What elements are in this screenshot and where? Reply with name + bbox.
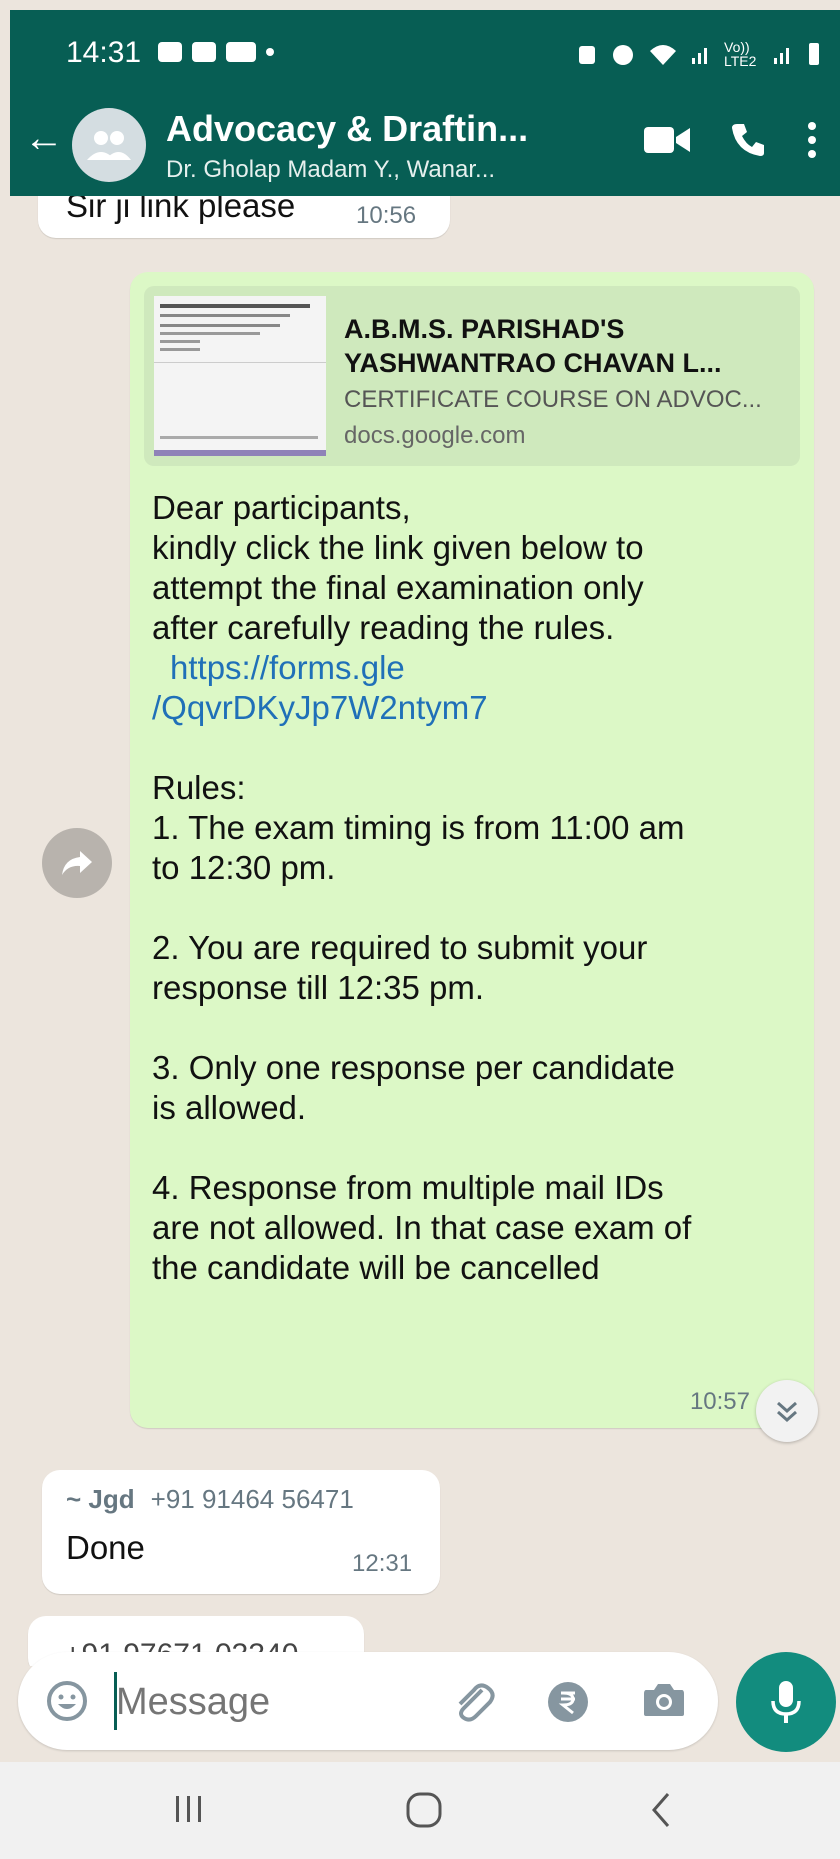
network-label: Vo)) LTE2 [724,39,757,69]
form-link-line2[interactable]: /QqvrDKyJp7W2ntym7 [152,688,792,728]
rule-4-line3: the candidate will be cancelled [152,1249,600,1286]
rule-3-line1: 3. Only one response per candidate [152,1049,675,1086]
notification-icons [158,42,274,62]
group-avatar-icon[interactable] [72,108,146,182]
sender-line: ~ Jgd +91 91464 56471 [66,1484,354,1515]
more-options-icon[interactable] [806,120,818,160]
rule-3-line2: is allowed. [152,1089,307,1126]
message-line: after carefully reading the rules. [152,609,615,646]
message-line: attempt the final examination only [152,569,644,606]
camera-icon[interactable] [642,1680,686,1720]
header-actions [644,120,818,160]
attachment-icon[interactable] [448,1676,498,1726]
rule-1-line2: to 12:30 pm. [152,849,336,886]
message-line: Dear participants, [152,489,411,526]
phone-icon[interactable] [730,122,766,158]
message-text: Done [66,1529,145,1566]
scroll-down-icon[interactable] [756,1380,818,1442]
form-link-line1[interactable]: https://forms.gle [152,648,792,688]
message-notification-icon [192,42,216,62]
video-call-icon[interactable] [644,125,690,155]
rupee-payment-icon[interactable] [546,1680,590,1724]
system-navigation-bar [0,1762,840,1859]
rule-2-line2: response till 12:35 pm. [152,969,485,1006]
link-preview-domain: docs.google.com [344,422,526,449]
chat-title[interactable]: Advocacy & Draftin... [166,108,528,150]
sender-name[interactable]: ~ Jgd [66,1484,135,1515]
system-icons: Vo)) LTE2 [576,40,822,68]
back-arrow-icon[interactable]: ← [24,116,64,161]
link-preview-card[interactable]: A.B.M.S. PARISHAD'S YASHWANTRAO CHAVAN L… [144,286,800,466]
rules-heading: Rules: [152,769,246,806]
back-nav-icon[interactable] [648,1790,672,1830]
gallery-notification-icon [158,42,182,62]
message-line: kindly click the link given below to [152,529,644,566]
outgoing-message[interactable]: A.B.M.S. PARISHAD'S YASHWANTRAO CHAVAN L… [130,272,814,1428]
message-input[interactable] [114,1672,448,1732]
message-time: 12:31 [352,1550,413,1577]
more-notifications-dot-icon [266,48,274,56]
incoming-message-partial[interactable]: Sir ji link please 10:56 [38,196,450,238]
rule-2-line1: 2. You are required to submit your [152,929,648,966]
home-icon[interactable] [404,1790,444,1830]
rule-4-line1: 4. Response from multiple mail IDs [152,1169,664,1206]
chat-header: ← Advocacy & Draftin... Dr. Gholap Madam… [10,96,840,196]
link-preview-description: CERTIFICATE COURSE ON ADVOC... [344,386,762,413]
app-notification-icon [226,42,256,62]
chat-participants[interactable]: Dr. Gholap Madam Y., Wanar... [166,156,495,184]
rule-4-line2: are not allowed. In that case exam of [152,1209,692,1246]
microphone-icon[interactable] [736,1652,836,1752]
signal-icon-2 [774,48,789,64]
alarm-icon [613,45,633,65]
emoji-icon[interactable] [46,1680,88,1722]
link-preview-thumbnail [154,296,326,456]
message-body: Dear participants, kindly click the link… [152,488,792,1288]
status-time: 14:31 [66,36,142,69]
message-text: Sir ji link please [66,196,296,224]
forward-icon[interactable] [42,828,112,898]
recent-apps-icon[interactable] [172,1792,206,1826]
signal-icon [692,48,707,64]
battery-saver-icon [579,46,595,64]
rule-1-line1: 1. The exam timing is from 11:00 am [152,809,685,846]
incoming-message[interactable]: ~ Jgd +91 91464 56471 Done 12:31 [42,1470,440,1594]
link-preview-title: A.B.M.S. PARISHAD'S YASHWANTRAO CHAVAN L… [344,314,722,378]
message-time: 10:56 [356,202,417,229]
message-time: 10:57 [689,1388,750,1415]
chat-messages-area[interactable]: Sir ji link please 10:56 A.B.M.S. PARISH… [0,196,840,1666]
battery-icon [809,43,819,65]
wifi-icon [650,45,676,65]
message-composer [18,1652,718,1750]
sender-phone[interactable]: +91 91464 56471 [151,1484,354,1515]
top-bar: 14:31 Vo)) LTE2 ← Advocacy & Draftin... … [10,10,840,196]
whatsapp-chat-screen: 14:31 Vo)) LTE2 ← Advocacy & Draftin... … [0,0,840,1859]
status-bar: 14:31 Vo)) LTE2 [10,10,840,105]
